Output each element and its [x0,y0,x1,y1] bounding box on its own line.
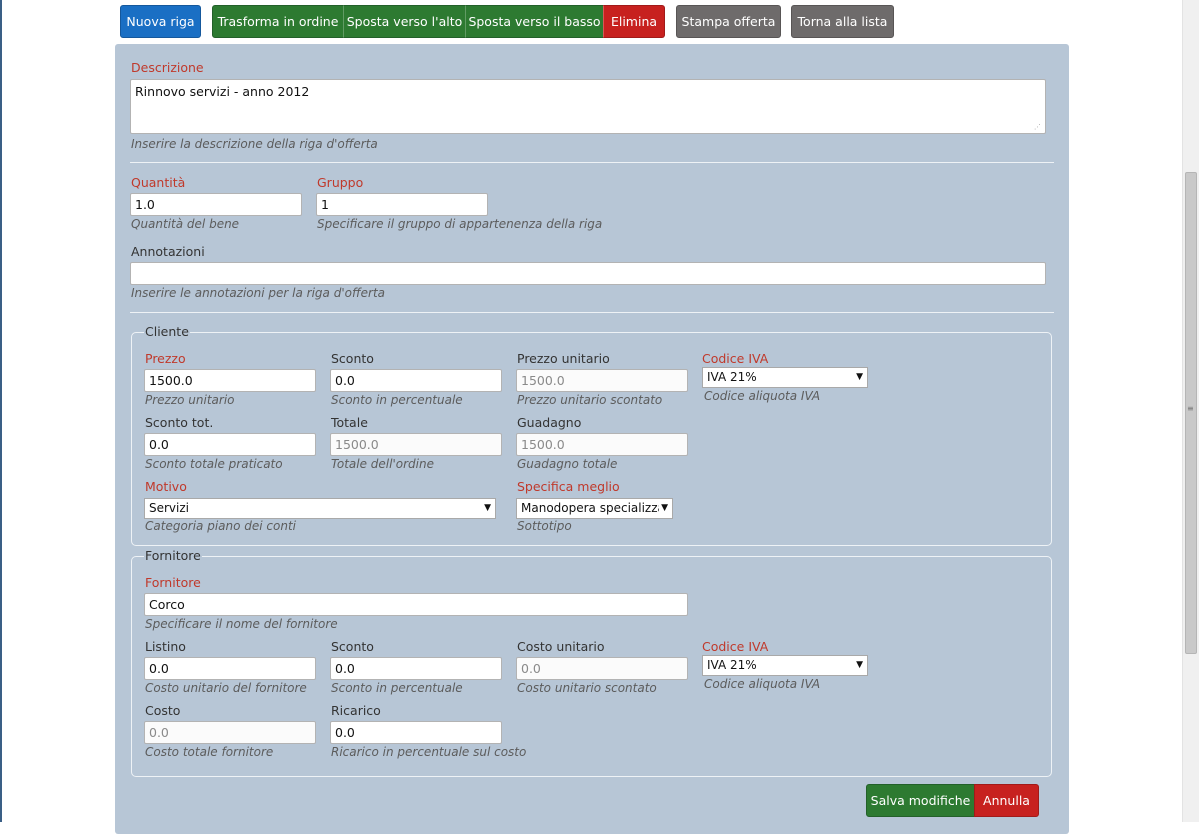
client-vat-hint: Codice aliquota IVA [704,389,821,403]
supplier-unit-cost-input[interactable]: 0.0 [516,657,688,680]
supplier-discount-label: Sconto [331,639,374,654]
section-divider [130,162,1054,163]
supplier-list-price-hint: Costo unitario del fornitore [145,681,307,695]
client-total-input[interactable]: 1500.0 [330,433,502,456]
description-hint: Inserire la descrizione della riga d'off… [131,137,378,151]
client-total-label: Totale [331,415,368,430]
scrollbar-grip-icon: ≡ [1187,404,1194,413]
client-unit-price-label: Prezzo unitario [517,351,610,366]
description-label: Descrizione [131,60,204,75]
caret-down-icon: ▼ [856,372,863,382]
supplier-list-price-input[interactable]: 0.0 [144,657,316,680]
quantity-label: Quantità [131,175,186,190]
supplier-list-price-label: Listino [145,639,186,654]
client-profit-hint: Guadagno totale [517,457,618,471]
supplier-discount-input[interactable]: 0.0 [330,657,502,680]
client-reason-select[interactable]: Servizi ▼ [144,498,496,519]
client-total-discount-hint: Sconto totale praticato [145,457,283,471]
client-profit-label: Guadagno [517,415,582,430]
client-vat-select[interactable]: IVA 21% ▼ [702,367,868,388]
supplier-discount-hint: Sconto in percentuale [331,681,463,695]
supplier-vat-value: IVA 21% [707,658,757,672]
save-changes-button[interactable]: Salva modifiche [866,784,975,817]
client-legend: Cliente [144,324,190,339]
delete-button[interactable]: Elimina [603,5,665,38]
supplier-unit-cost-label: Costo unitario [517,639,605,654]
move-up-button[interactable]: Sposta verso l'alto [343,5,466,38]
notes-label: Annotazioni [131,244,205,259]
supplier-name-label: Fornitore [145,575,201,590]
vertical-scrollbar[interactable]: ≡ [1182,0,1199,822]
client-detail-hint: Sottotipo [517,519,572,533]
group-label: Gruppo [317,175,364,190]
client-reason-value: Servizi [149,501,190,515]
supplier-unit-cost-hint: Costo unitario scontato [517,681,657,695]
client-vat-value: IVA 21% [707,370,757,384]
supplier-cost-input[interactable]: 0.0 [144,721,316,744]
supplier-legend: Fornitore [144,548,202,563]
client-discount-label: Sconto [331,351,374,366]
client-total-discount-label: Sconto tot. [145,415,214,430]
group-input[interactable]: 1 [316,193,488,216]
move-down-button[interactable]: Sposta verso il basso [465,5,604,38]
notes-input[interactable] [130,262,1046,285]
notes-hint: Inserire le annotazioni per la riga d'of… [131,286,385,300]
print-offer-button[interactable]: Stampa offerta [676,5,781,38]
supplier-vat-select[interactable]: IVA 21% ▼ [702,655,868,676]
client-price-input[interactable]: 1500.0 [144,369,316,392]
description-value: Rinnovo servizi - anno 2012 [135,84,310,99]
supplier-markup-label: Ricarico [331,703,381,718]
supplier-markup-input[interactable]: 0.0 [330,721,502,744]
client-price-label: Prezzo [145,351,186,366]
supplier-name-hint: Specificare il nome del fornitore [145,617,338,631]
description-textarea[interactable]: Rinnovo servizi - anno 2012 ⋰ [130,79,1046,134]
client-discount-input[interactable]: 0.0 [330,369,502,392]
quantity-input[interactable]: 1.0 [130,193,302,216]
scrollbar-thumb[interactable] [1185,172,1197,654]
quantity-hint: Quantità del bene [131,217,240,231]
client-unit-price-hint: Prezzo unitario scontato [517,393,663,407]
caret-down-icon: ▼ [659,499,668,518]
supplier-markup-hint: Ricarico in percentuale sul costo [331,745,527,759]
resize-grip-icon[interactable]: ⋰ [1034,124,1041,131]
supplier-cost-hint: Costo totale fornitore [145,745,274,759]
client-discount-hint: Sconto in percentuale [331,393,463,407]
transform-to-order-button[interactable]: Trasforma in ordine [212,5,344,38]
section-divider [130,312,1054,313]
client-detail-select[interactable]: Manodopera specializza ▼ [516,498,673,519]
group-hint: Specificare il gruppo di appartenenza de… [317,217,603,231]
client-detail-label: Specifica meglio [517,479,620,494]
client-price-hint: Prezzo unitario [145,393,235,407]
client-unit-price-input[interactable]: 1500.0 [516,369,688,392]
supplier-cost-label: Costo [145,703,181,718]
new-row-button[interactable]: Nuova riga [120,5,201,38]
client-reason-label: Motivo [145,479,187,494]
caret-down-icon: ▼ [856,660,863,670]
client-profit-input[interactable]: 1500.0 [516,433,688,456]
client-total-hint: Totale dell'ordine [331,457,434,471]
offer-row-form: Descrizione Rinnovo servizi - anno 2012 … [115,44,1069,834]
client-vat-label: Codice IVA [702,351,769,366]
cancel-button[interactable]: Annulla [974,784,1039,817]
supplier-name-input[interactable]: Corco [144,593,688,616]
caret-down-icon: ▼ [484,503,491,513]
client-total-discount-input[interactable]: 0.0 [144,433,316,456]
client-detail-value: Manodopera specializza [521,501,665,515]
supplier-vat-label: Codice IVA [702,639,769,654]
back-to-list-button[interactable]: Torna alla lista [791,5,894,38]
supplier-vat-hint: Codice aliquota IVA [704,677,821,691]
client-reason-hint: Categoria piano dei conti [145,519,297,533]
window-left-edge [0,0,2,822]
